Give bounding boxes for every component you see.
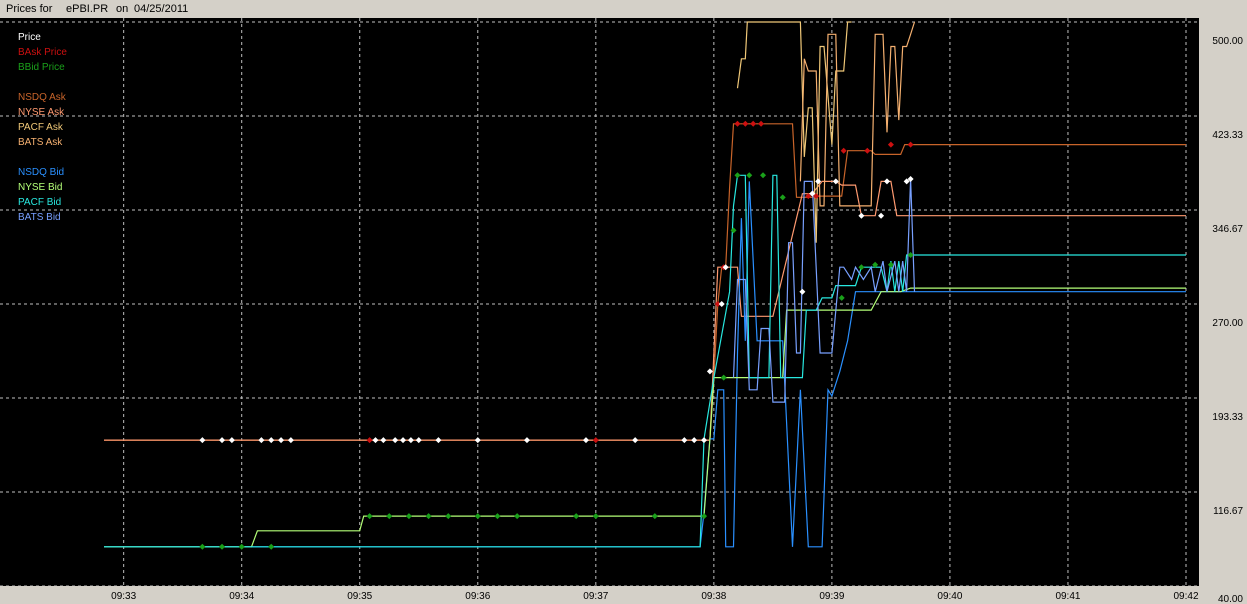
x-tick-label-0: 09:33 xyxy=(111,591,136,602)
legend-item-pacf-bid: PACF Bid xyxy=(18,197,61,208)
x-tick-label-2: 09:35 xyxy=(347,591,372,602)
x-tick-label-3: 09:36 xyxy=(465,591,490,602)
plot-background xyxy=(0,18,1199,586)
chart-title-bar: Prices for ePBI.PR on 04/25/2011 xyxy=(0,0,1247,18)
y-tick-label-3: 270.00 xyxy=(1212,318,1243,329)
legend-item-nyse-bid: NYSE Bid xyxy=(18,182,62,193)
y-axis: 500.00 423.33 346.67 270.00 193.33 116.67 40.0… xyxy=(1212,36,1243,604)
x-tick-label-8: 09:41 xyxy=(1055,591,1080,602)
x-tick-label-5: 09:38 xyxy=(701,591,726,602)
title-prefix: Prices for xyxy=(6,3,53,15)
title-symbol: ePBI.PR xyxy=(66,3,109,15)
legend-item-bats-bid: BATS Bid xyxy=(18,212,61,223)
y-tick-label-5: 116.67 xyxy=(1213,506,1243,517)
y-tick-label-0: 500.00 xyxy=(1212,36,1243,47)
legend-item-pacf-ask: PACF Ask xyxy=(18,122,64,133)
legend-item-nyse-ask: NYSE Ask xyxy=(18,107,65,118)
legend-header: Price xyxy=(18,32,41,43)
x-tick-label-4: 09:37 xyxy=(583,591,608,602)
legend-item-bbid-price: BBid Price xyxy=(18,62,65,73)
y-tick-label-4: 193.33 xyxy=(1212,412,1243,423)
x-tick-label-6: 09:39 xyxy=(819,591,844,602)
x-tick-label-1: 09:34 xyxy=(229,591,254,602)
x-axis: 09:33 09:34 09:35 09:36 09:37 09:38 09:39 09:40… xyxy=(111,591,1199,602)
x-tick-label-9: 09:42 xyxy=(1173,591,1198,602)
title-date: 04/25/2011 xyxy=(134,3,189,15)
price-chart-plot: Price BAsk Price BBid Price NSDQ Ask NYSE As… xyxy=(0,18,1199,586)
y-tick-label-6: 40.00 xyxy=(1218,594,1243,604)
y-tick-label-1: 423.33 xyxy=(1212,130,1243,141)
y-tick-label-2: 346.67 xyxy=(1212,224,1243,235)
x-tick-label-7: 09:40 xyxy=(937,591,962,602)
legend-item-bask-price: BAsk Price xyxy=(18,47,67,58)
legend-item-nsdq-bid: NSDQ Bid xyxy=(18,167,64,178)
title-date-prefix: on xyxy=(116,3,129,15)
legend-item-bats-ask: BATS Ask xyxy=(18,137,63,148)
legend-item-nsdq-ask: NSDQ Ask xyxy=(18,92,67,103)
